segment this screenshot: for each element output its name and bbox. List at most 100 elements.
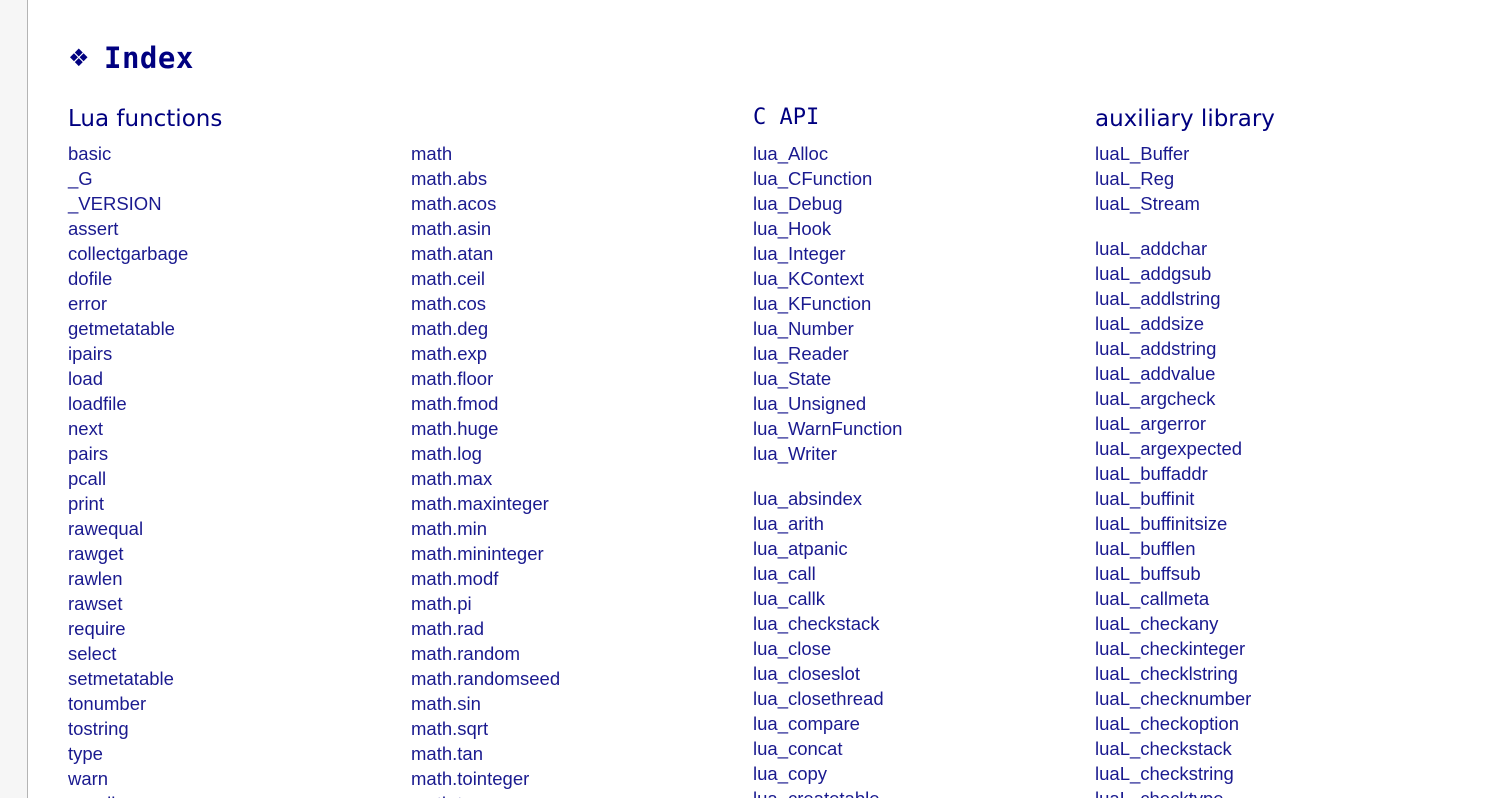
index-link[interactable]: lua_CFunction (753, 166, 1103, 191)
index-link[interactable]: math.modf (411, 566, 761, 591)
index-link[interactable]: luaL_checkany (1095, 611, 1475, 636)
index-link[interactable]: luaL_bufflen (1095, 536, 1475, 561)
index-link[interactable]: loadfile (68, 391, 418, 416)
index-link[interactable]: luaL_addlstring (1095, 286, 1475, 311)
index-link[interactable]: luaL_argexpected (1095, 436, 1475, 461)
index-link[interactable]: math.acos (411, 191, 761, 216)
index-link[interactable]: luaL_buffsub (1095, 561, 1475, 586)
index-link[interactable]: luaL_buffinit (1095, 486, 1475, 511)
index-link[interactable]: assert (68, 216, 418, 241)
index-link[interactable]: next (68, 416, 418, 441)
index-link[interactable]: lua_copy (753, 761, 1103, 786)
index-link[interactable]: lua_checkstack (753, 611, 1103, 636)
index-link[interactable]: luaL_Reg (1095, 166, 1475, 191)
index-link[interactable]: luaL_checkstack (1095, 736, 1475, 761)
index-link[interactable]: lua_Debug (753, 191, 1103, 216)
index-link[interactable]: luaL_Buffer (1095, 141, 1475, 166)
index-link[interactable]: math.atan (411, 241, 761, 266)
index-link[interactable]: math.sin (411, 691, 761, 716)
index-link[interactable]: lua_KContext (753, 266, 1103, 291)
index-link[interactable]: math.ceil (411, 266, 761, 291)
index-link[interactable]: math.maxinteger (411, 491, 761, 516)
index-link[interactable]: math.tan (411, 741, 761, 766)
index-link[interactable]: lua_Hook (753, 216, 1103, 241)
index-link[interactable]: rawset (68, 591, 418, 616)
index-link[interactable]: rawequal (68, 516, 418, 541)
index-link[interactable]: math.sqrt (411, 716, 761, 741)
index-link[interactable]: luaL_checkstring (1095, 761, 1475, 786)
index-link[interactable]: math.asin (411, 216, 761, 241)
index-link[interactable]: math.mininteger (411, 541, 761, 566)
index-link[interactable]: lua_KFunction (753, 291, 1103, 316)
index-link[interactable]: warn (68, 766, 418, 791)
index-link[interactable]: print (68, 491, 418, 516)
index-link[interactable]: math (411, 141, 761, 166)
index-link[interactable]: luaL_Stream (1095, 191, 1475, 216)
index-link[interactable]: luaL_checkinteger (1095, 636, 1475, 661)
index-link[interactable]: lua_Writer (753, 441, 1103, 466)
index-link[interactable]: getmetatable (68, 316, 418, 341)
index-link[interactable]: error (68, 291, 418, 316)
index-link[interactable]: lua_callk (753, 586, 1103, 611)
index-link[interactable]: lua_concat (753, 736, 1103, 761)
index-link[interactable]: lua_Alloc (753, 141, 1103, 166)
index-link[interactable]: setmetatable (68, 666, 418, 691)
index-link[interactable]: lua_Integer (753, 241, 1103, 266)
index-link[interactable]: luaL_buffaddr (1095, 461, 1475, 486)
index-link[interactable]: pairs (68, 441, 418, 466)
index-link[interactable]: pcall (68, 466, 418, 491)
index-link[interactable]: luaL_addchar (1095, 236, 1475, 261)
index-link[interactable]: luaL_checknumber (1095, 686, 1475, 711)
index-link[interactable]: math.random (411, 641, 761, 666)
index-link[interactable]: rawlen (68, 566, 418, 591)
index-link[interactable]: math.fmod (411, 391, 761, 416)
index-link[interactable]: xpcall (68, 791, 418, 798)
index-link[interactable]: load (68, 366, 418, 391)
index-link[interactable]: lua_absindex (753, 486, 1103, 511)
index-link[interactable]: lua_Unsigned (753, 391, 1103, 416)
index-link[interactable]: math.huge (411, 416, 761, 441)
index-link[interactable]: math.cos (411, 291, 761, 316)
index-link[interactable]: luaL_argerror (1095, 411, 1475, 436)
index-link[interactable]: luaL_buffinitsize (1095, 511, 1475, 536)
index-link[interactable]: require (68, 616, 418, 641)
index-link[interactable]: rawget (68, 541, 418, 566)
index-link[interactable]: collectgarbage (68, 241, 418, 266)
index-link[interactable]: lua_compare (753, 711, 1103, 736)
index-link[interactable]: lua_createtable (753, 786, 1103, 798)
index-link[interactable]: luaL_addvalue (1095, 361, 1475, 386)
index-link[interactable]: math.pi (411, 591, 761, 616)
index-link[interactable]: math.max (411, 466, 761, 491)
index-link[interactable]: luaL_checklstring (1095, 661, 1475, 686)
index-link[interactable]: lua_WarnFunction (753, 416, 1103, 441)
index-link[interactable]: lua_State (753, 366, 1103, 391)
index-link[interactable]: lua_close (753, 636, 1103, 661)
index-link[interactable]: _VERSION (68, 191, 418, 216)
index-link[interactable]: math.floor (411, 366, 761, 391)
index-link[interactable]: lua_Reader (753, 341, 1103, 366)
index-link[interactable]: math.exp (411, 341, 761, 366)
index-link[interactable]: math.randomseed (411, 666, 761, 691)
index-link[interactable]: math.tointeger (411, 766, 761, 791)
index-link[interactable]: luaL_addsize (1095, 311, 1475, 336)
index-link[interactable]: tostring (68, 716, 418, 741)
index-link[interactable]: luaL_argcheck (1095, 386, 1475, 411)
index-link[interactable]: dofile (68, 266, 418, 291)
index-link[interactable]: lua_closeslot (753, 661, 1103, 686)
index-link[interactable]: luaL_addgsub (1095, 261, 1475, 286)
index-link[interactable]: math.type (411, 791, 761, 798)
index-link[interactable]: luaL_checkoption (1095, 711, 1475, 736)
index-link[interactable]: lua_closethread (753, 686, 1103, 711)
index-link[interactable]: math.log (411, 441, 761, 466)
index-link[interactable]: math.rad (411, 616, 761, 641)
index-link[interactable]: lua_call (753, 561, 1103, 586)
index-link[interactable]: math.abs (411, 166, 761, 191)
index-link[interactable]: luaL_addstring (1095, 336, 1475, 361)
index-link[interactable]: type (68, 741, 418, 766)
index-link[interactable]: luaL_callmeta (1095, 586, 1475, 611)
index-link[interactable]: basic (68, 141, 418, 166)
index-link[interactable]: ipairs (68, 341, 418, 366)
index-link[interactable]: lua_Number (753, 316, 1103, 341)
index-link[interactable]: math.deg (411, 316, 761, 341)
index-link[interactable]: math.min (411, 516, 761, 541)
